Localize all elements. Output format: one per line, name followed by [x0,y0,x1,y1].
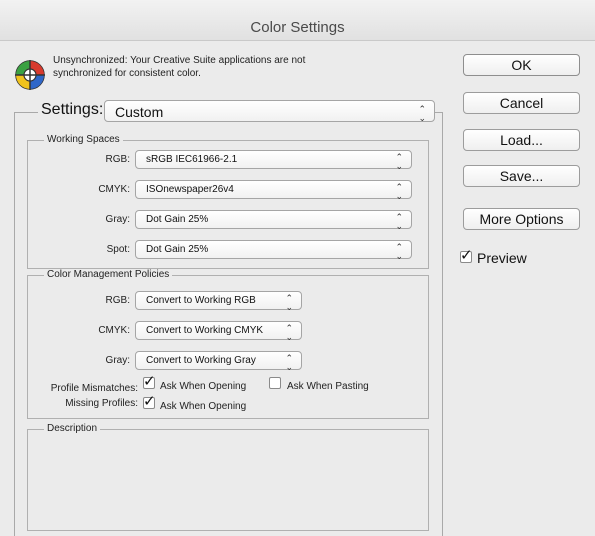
working-rgb-label: RGB: [105,154,130,165]
popup-arrows-icon: ⌃ ⌄ [395,182,403,201]
working-cmyk-value: ISOnewspaper26v4 [146,184,234,195]
working-spaces-title: Working Spaces [44,134,123,145]
title-bar[interactable]: Color Settings [0,0,595,41]
sync-warning: Unsynchronized: Your Creative Suite appl… [53,54,373,80]
popup-arrows-icon: ⌃ ⌄ [285,353,293,372]
popup-arrows-icon: ⌃ ⌄ [285,323,293,342]
more-options-button[interactable]: More Options [463,208,580,230]
working-rgb-value: sRGB IEC61966-2.1 [146,154,238,165]
profile-mismatches-label: Profile Mismatches: [50,383,138,394]
ok-button[interactable]: OK [463,54,580,76]
cancel-button[interactable]: Cancel [463,92,580,114]
preview-label: Preview [477,250,527,266]
sync-warning-line2: synchronized for consistent color. [53,68,201,79]
color-settings-window: Color Settings Unsynchronized: Your Crea… [0,0,595,536]
working-spot-label: Spot: [106,244,130,255]
working-gray-label: Gray: [105,214,130,225]
popup-arrows-icon: ⌃ ⌄ [395,242,403,261]
color-sync-icon [15,60,45,90]
description-title: Description [44,423,101,434]
sync-warning-line1: Unsynchronized: Your Creative Suite appl… [53,55,306,66]
window-title: Color Settings [250,19,345,36]
mismatch-ask-pasting-checkbox[interactable] [269,377,281,389]
policy-rgb-value: Convert to Working RGB [146,295,256,306]
load-button[interactable]: Load... [463,129,580,151]
policy-cmyk-label: CMYK: [98,325,130,336]
policy-gray-value: Convert to Working Gray [146,355,256,366]
policy-gray-label: Gray: [105,355,130,366]
preview-check-icon: ✓ [460,247,473,264]
working-rgb-popup[interactable]: sRGB IEC61966-2.1 ⌃ ⌄ [135,150,412,171]
working-cmyk-popup[interactable]: ISOnewspaper26v4 ⌃ ⌄ [135,180,412,201]
working-cmyk-label: CMYK: [98,184,130,195]
settings-popup-value: Custom [115,104,164,120]
policy-cmyk-value: Convert to Working CMYK [146,325,264,336]
working-spot-popup[interactable]: Dot Gain 25% ⌃ ⌄ [135,240,412,261]
popup-arrows-icon: ⌃ ⌄ [395,212,403,231]
policy-gray-popup[interactable]: Convert to Working Gray ⌃ ⌄ [135,351,302,372]
policy-rgb-label: RGB: [105,295,130,306]
policies-title: Color Management Policies [44,269,173,280]
missing-ask-opening-check-icon: ✓ [143,393,156,410]
mismatch-ask-pasting-label: Ask When Pasting [287,381,369,392]
working-gray-popup[interactable]: Dot Gain 25% ⌃ ⌄ [135,210,412,231]
missing-ask-opening-label: Ask When Opening [160,401,247,412]
mismatch-ask-opening-check-icon: ✓ [143,373,156,390]
popup-arrows-icon: ⌃ ⌄ [395,152,403,171]
missing-profiles-label: Missing Profiles: [65,398,138,409]
settings-label: Settings: [38,101,107,119]
popup-arrows-icon: ⌃ ⌄ [285,293,293,312]
settings-popup[interactable]: Custom ⌃ ⌄ [104,100,435,123]
working-spot-value: Dot Gain 25% [146,244,209,255]
popup-arrows-icon: ⌃ ⌄ [418,104,426,123]
working-gray-value: Dot Gain 25% [146,214,209,225]
policy-rgb-popup[interactable]: Convert to Working RGB ⌃ ⌄ [135,291,302,312]
mismatch-ask-opening-label: Ask When Opening [160,381,247,392]
save-button[interactable]: Save... [463,165,580,187]
description-group [27,429,429,531]
policy-cmyk-popup[interactable]: Convert to Working CMYK ⌃ ⌄ [135,321,302,342]
